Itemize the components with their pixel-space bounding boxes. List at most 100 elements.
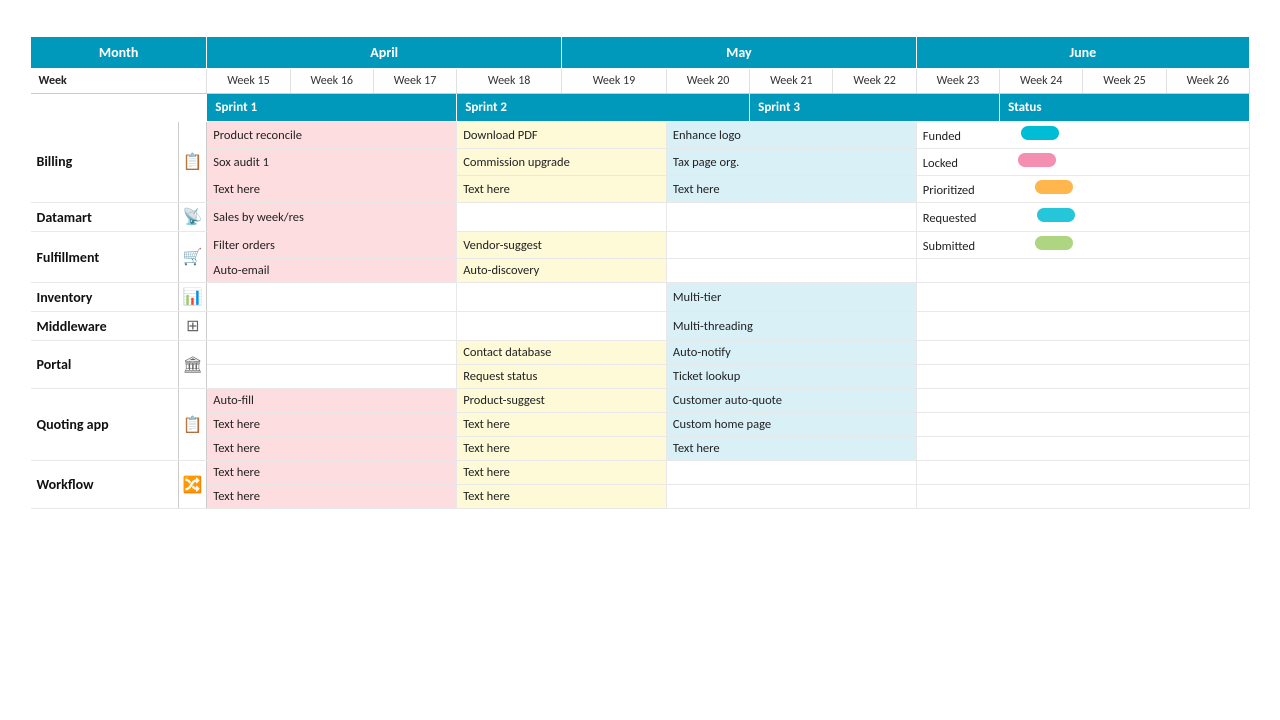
table-row: Auto-emailAuto-discovery bbox=[31, 259, 1250, 283]
week-row-label: Week bbox=[31, 69, 207, 94]
task-cell bbox=[916, 389, 1249, 413]
task-cell bbox=[916, 341, 1249, 365]
task-cell: Customer auto-quote bbox=[666, 389, 916, 413]
table-row: Fulfillment🛒Filter ordersVendor-suggestS… bbox=[31, 232, 1250, 259]
task-cell bbox=[666, 259, 916, 283]
task-cell: Commission upgrade bbox=[457, 149, 667, 176]
task-cell: Auto-notify bbox=[666, 341, 916, 365]
task-cell: Text here bbox=[457, 485, 667, 509]
week-26: Week 26 bbox=[1166, 69, 1249, 94]
row-icon-quoting-app: 📋 bbox=[179, 389, 207, 461]
sprint-header-row: Sprint 1Sprint 2Sprint 3Status bbox=[31, 94, 1250, 122]
page-title bbox=[0, 0, 1280, 22]
task-cell: Multi-tier bbox=[666, 283, 916, 312]
task-cell: Locked bbox=[916, 149, 1249, 176]
task-cell: Text here bbox=[457, 437, 667, 461]
row-label-quoting-app: Quoting app bbox=[31, 389, 179, 461]
row-label-fulfillment: Fulfillment bbox=[31, 232, 179, 283]
task-cell bbox=[207, 283, 457, 312]
row-label-billing: Billing bbox=[31, 122, 179, 203]
task-cell: Vendor-suggest bbox=[457, 232, 667, 259]
table-wrapper: Month April May June Week Week 15 Week 1… bbox=[0, 36, 1280, 509]
task-cell: Text here bbox=[207, 437, 457, 461]
table-row: Request statusTicket lookup bbox=[31, 365, 1250, 389]
sprint-sprint-2-header: Sprint 2 bbox=[457, 94, 750, 122]
task-cell bbox=[457, 283, 667, 312]
week-19: Week 19 bbox=[562, 69, 667, 94]
task-cell bbox=[916, 461, 1249, 485]
status-badge bbox=[1035, 180, 1073, 194]
status-badge bbox=[1037, 208, 1075, 222]
task-cell: Download PDF bbox=[457, 122, 667, 149]
row-icon-billing: 📋 bbox=[179, 122, 207, 203]
row-label-portal: Portal bbox=[31, 341, 179, 389]
task-cell: Product reconcile bbox=[207, 122, 457, 149]
april-header: April bbox=[207, 37, 562, 69]
task-cell: Product-suggest bbox=[457, 389, 667, 413]
task-cell: Request status bbox=[457, 365, 667, 389]
task-cell: Text here bbox=[207, 413, 457, 437]
task-cell bbox=[666, 461, 916, 485]
task-cell: Text here bbox=[666, 437, 916, 461]
task-cell bbox=[207, 365, 457, 389]
week-16: Week 16 bbox=[290, 69, 373, 94]
row-label-datamart: Datamart bbox=[31, 203, 179, 232]
task-cell bbox=[666, 485, 916, 509]
week-header-row: Week Week 15 Week 16 Week 17 Week 18 Wee… bbox=[31, 69, 1250, 94]
task-cell: Text here bbox=[457, 176, 667, 203]
task-cell bbox=[916, 259, 1249, 283]
sprint-sprint-3-header: Sprint 3 bbox=[750, 94, 1000, 122]
task-cell: Auto-fill bbox=[207, 389, 457, 413]
task-cell: Sox audit 1 bbox=[207, 149, 457, 176]
task-cell bbox=[666, 203, 916, 232]
week-23: Week 23 bbox=[916, 69, 999, 94]
row-label-middleware: Middleware bbox=[31, 312, 179, 341]
task-cell bbox=[666, 232, 916, 259]
status-badge bbox=[1035, 236, 1073, 250]
week-24: Week 24 bbox=[1000, 69, 1083, 94]
task-cell bbox=[916, 283, 1249, 312]
task-cell bbox=[457, 312, 667, 341]
row-icon-fulfillment: 🛒 bbox=[179, 232, 207, 283]
table-row: Middleware⊞Multi-threading bbox=[31, 312, 1250, 341]
table-row: Sox audit 1Commission upgradeTax page or… bbox=[31, 149, 1250, 176]
task-cell: Text here bbox=[666, 176, 916, 203]
table-row: Workflow🔀Text hereText here bbox=[31, 461, 1250, 485]
task-cell bbox=[916, 312, 1249, 341]
sprint-status-header: Status bbox=[1000, 94, 1250, 122]
task-cell: Text here bbox=[207, 461, 457, 485]
task-cell bbox=[207, 341, 457, 365]
month-header-row: Month April May June bbox=[31, 37, 1250, 69]
row-icon-inventory: 📊 bbox=[179, 283, 207, 312]
status-badge bbox=[1021, 126, 1059, 140]
row-icon-middleware: ⊞ bbox=[179, 312, 207, 341]
status-badge bbox=[1018, 153, 1056, 167]
table-body: Billing📋Product reconcileDownload PDFEnh… bbox=[31, 122, 1250, 509]
row-icon-portal: 🏛 bbox=[179, 341, 207, 389]
sprint-sprint-1-header: Sprint 1 bbox=[207, 94, 457, 122]
task-cell: Text here bbox=[457, 413, 667, 437]
row-label-workflow: Workflow bbox=[31, 461, 179, 509]
row-icon-datamart: 📡 bbox=[179, 203, 207, 232]
task-cell bbox=[207, 312, 457, 341]
task-cell bbox=[916, 413, 1249, 437]
table-row: Text hereText hereCustom home page bbox=[31, 413, 1250, 437]
task-cell: Sales by week/res bbox=[207, 203, 457, 232]
task-cell: Auto-discovery bbox=[457, 259, 667, 283]
task-cell: Filter orders bbox=[207, 232, 457, 259]
table-row: Text hereText here bbox=[31, 485, 1250, 509]
task-cell bbox=[457, 203, 667, 232]
week-18: Week 18 bbox=[457, 69, 562, 94]
task-cell: Tax page org. bbox=[666, 149, 916, 176]
task-cell: Custom home page bbox=[666, 413, 916, 437]
week-17: Week 17 bbox=[373, 69, 456, 94]
table-row: Quoting app📋Auto-fillProduct-suggestCust… bbox=[31, 389, 1250, 413]
task-cell: Text here bbox=[207, 485, 457, 509]
task-cell bbox=[916, 485, 1249, 509]
task-cell: Text here bbox=[207, 176, 457, 203]
row-icon-workflow: 🔀 bbox=[179, 461, 207, 509]
task-cell: Auto-email bbox=[207, 259, 457, 283]
task-cell: Submitted bbox=[916, 232, 1249, 259]
task-cell: Funded bbox=[916, 122, 1249, 149]
table-row: Text hereText hereText here bbox=[31, 437, 1250, 461]
